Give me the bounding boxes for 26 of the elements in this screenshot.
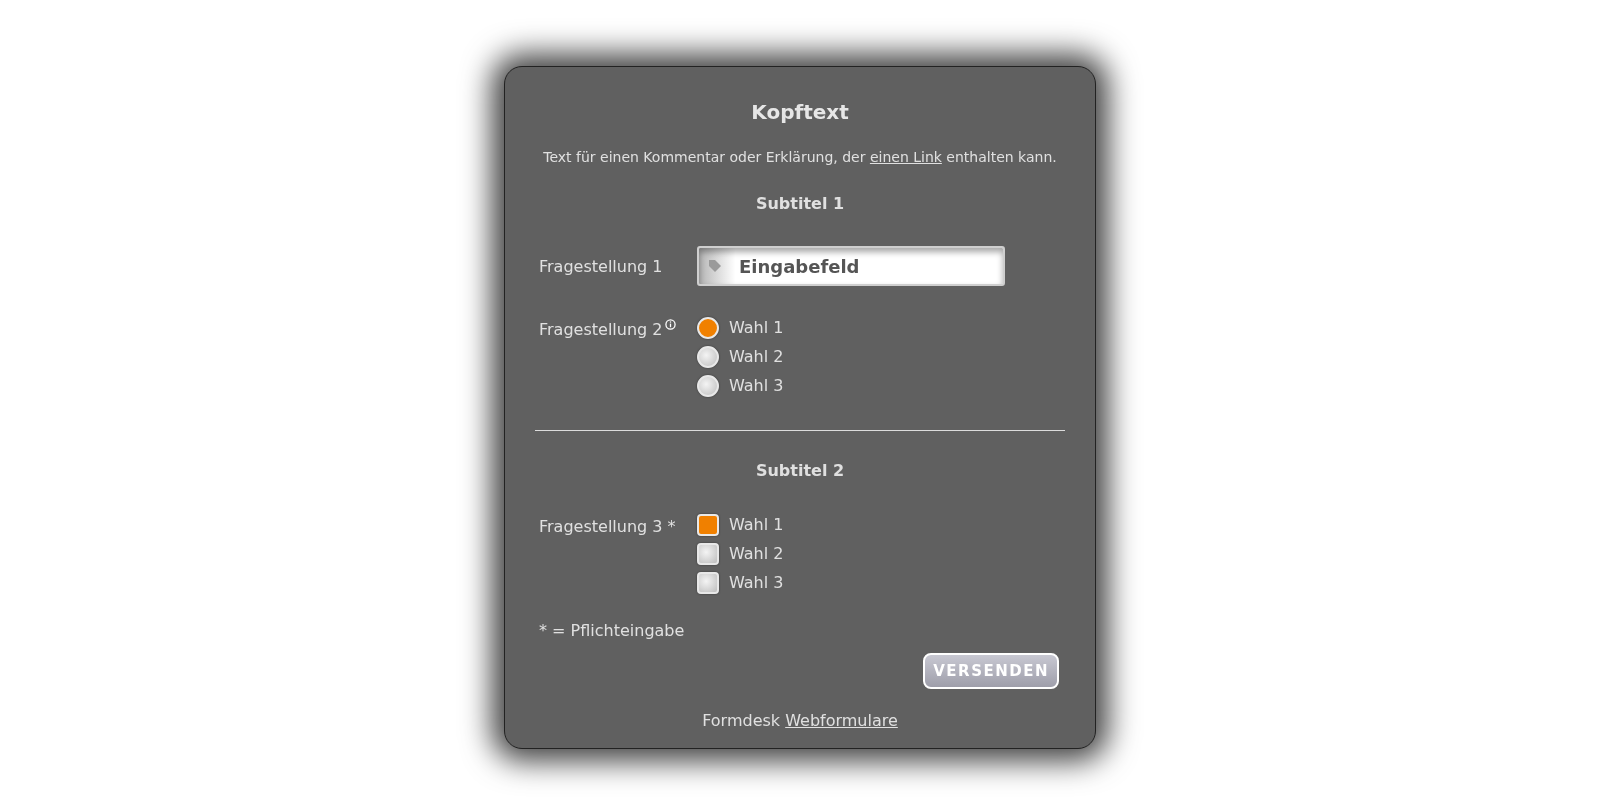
question-label: Fragestellung 1 [539, 256, 663, 278]
checkbox[interactable] [697, 543, 719, 565]
input-field[interactable]: Eingabefeld [697, 246, 1005, 286]
tag-icon [707, 258, 723, 274]
question-label: Fragestellung 3 * [539, 516, 676, 538]
intro-text: Text für einen Kommentar oder Erklärung, der einen Link enthalten kann. [543, 148, 1057, 167]
option-label: Wahl 2 [729, 543, 784, 565]
question-label: Fragestellung 2 [539, 319, 663, 341]
link[interactable]: einen Link [869, 149, 942, 165]
option-label: Wahl 3 [729, 572, 784, 594]
option-label: Wahl 3 [729, 375, 784, 397]
section-subtitle: Subtitel 1 [755, 193, 845, 215]
option-label: Wahl 1 [729, 514, 784, 536]
radio-button[interactable] [697, 317, 719, 339]
section-subtitle: Subtitel 2 [755, 460, 845, 482]
radio-button[interactable] [697, 375, 719, 397]
link[interactable]: Webformulare [785, 711, 898, 730]
form-title: Kopftext [751, 99, 849, 126]
option-label: Wahl 1 [729, 317, 784, 339]
checkbox[interactable] [697, 572, 719, 594]
info-icon[interactable] [665, 319, 677, 330]
checkbox[interactable] [697, 514, 719, 536]
footer-text: Formdesk Webformulare [702, 710, 898, 732]
required-note: * = Pflichteingabe [539, 620, 685, 642]
radio-button[interactable] [697, 346, 719, 368]
option-label: Wahl 2 [729, 346, 784, 368]
